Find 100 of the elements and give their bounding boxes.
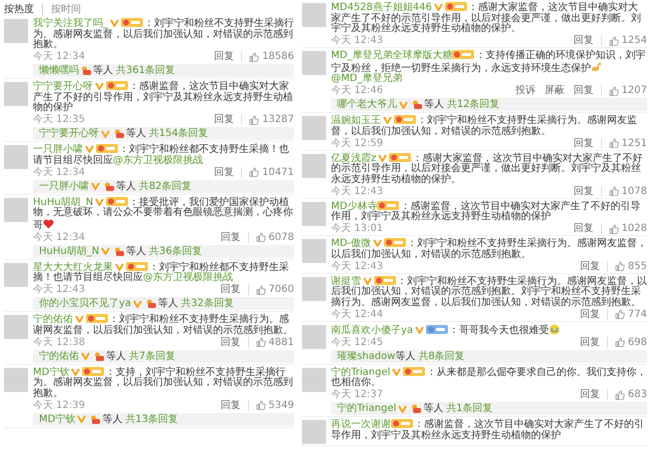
avatar-placeholder[interactable]	[4, 368, 28, 392]
user-name-link[interactable]: 一只胖小啸	[39, 180, 89, 192]
user-name-link[interactable]: MD-傲微	[331, 238, 371, 249]
action-link[interactable]: 回复	[580, 260, 600, 272]
user-name-link[interactable]: 宁的Triangel	[331, 366, 390, 378]
thumbs-up-icon[interactable]	[614, 337, 625, 348]
reply-count-link[interactable]: 共13条回复	[125, 414, 178, 424]
sort-tab[interactable]: 按时间	[42, 4, 89, 14]
action-link[interactable]: 回复	[580, 389, 600, 400]
thumbs-up-icon[interactable]	[249, 167, 260, 178]
thumbs-up-icon[interactable]	[614, 390, 625, 400]
user-name-link[interactable]: MD_摩登兄弟全球摩版大糖	[331, 50, 452, 61]
thumbs-up-icon[interactable]	[614, 261, 625, 272]
user-name-link[interactable]: HuHu胡胡_N	[33, 196, 94, 208]
flexed-arm-icon	[591, 62, 603, 72]
user-name-link[interactable]: MD宁钦	[39, 414, 76, 424]
avatar-placeholder[interactable]	[302, 239, 326, 263]
avatar-placeholder[interactable]	[4, 315, 28, 339]
user-name-link[interactable]: 你的小宝贝不见了ya	[39, 298, 132, 309]
mention-link[interactable]: @MD_摩登兄弟	[331, 73, 402, 84]
avatar-placeholder[interactable]	[4, 262, 28, 286]
user-name-link[interactable]: 璀璨shadow	[337, 350, 396, 362]
action-link[interactable]: 回复	[574, 223, 594, 234]
action-link[interactable]: 回复	[214, 51, 234, 62]
avatar-placeholder[interactable]	[302, 3, 326, 27]
heart-icon	[43, 218, 54, 228]
user-name-link[interactable]: 懒懒嘿吗	[39, 65, 79, 76]
user-name-link[interactable]: 宁宁要开心呀	[33, 81, 93, 92]
action-link[interactable]: 回复	[214, 114, 234, 126]
comment-text: 宁宁要开心呀 ：感谢监督，这次节目中确实对大家产生了不好的引导作用，刘宇宁及其粉丝永远支持野生动植物的保护	[33, 81, 294, 114]
user-name-link[interactable]: MD少林寺	[331, 200, 378, 212]
avatar-placeholder[interactable]	[302, 154, 326, 178]
reply-count-link[interactable]: 共1条回复	[446, 403, 493, 414]
user-name-link[interactable]: MD宁钦	[33, 366, 70, 378]
action-link[interactable]: 回复	[220, 232, 241, 243]
avatar-placeholder[interactable]	[302, 116, 326, 140]
avatar-placeholder[interactable]	[302, 420, 326, 444]
user-name-link[interactable]: 南瓜喜欢小傻子ya	[331, 324, 414, 336]
action-link[interactable]: 回复	[574, 186, 594, 197]
mention-link[interactable]: @东方卫视极限挑战	[113, 154, 203, 166]
action-link[interactable]: 回复	[214, 166, 234, 178]
user-name-link[interactable]: 再说一次谢谢	[331, 419, 391, 430]
thumbs-up-icon[interactable]	[249, 52, 260, 62]
user-name-link[interactable]: 星大大大红火龙果	[33, 262, 113, 272]
reply-count-link[interactable]: 共7条回复	[129, 350, 176, 362]
avatar-placeholder[interactable]	[302, 324, 326, 348]
user-name-link[interactable]: 哪个老大爷儿	[337, 99, 397, 110]
avatar-placeholder[interactable]	[4, 198, 28, 222]
thumbs-up-icon[interactable]	[608, 86, 619, 96]
avatar-placeholder[interactable]	[4, 19, 28, 43]
action-link[interactable]: 回复	[220, 400, 241, 411]
user-name-link[interactable]: 宁的佑佑	[39, 350, 79, 362]
user-name-link[interactable]: 谢挺雪	[331, 276, 361, 286]
sort-tab[interactable]: 按热度	[4, 4, 42, 14]
reply-count-link[interactable]: 共154条回复	[149, 128, 208, 139]
thumbs-up-icon[interactable]	[608, 36, 619, 46]
thumbs-up-icon[interactable]	[249, 114, 260, 125]
action-link[interactable]: 回复	[220, 336, 241, 348]
thumbs-up-icon[interactable]	[256, 400, 266, 410]
action-link[interactable]: 屏蔽	[544, 85, 565, 96]
avatar-placeholder[interactable]	[302, 368, 326, 392]
action-link[interactable]: 回复	[574, 85, 594, 96]
thumbs-up-icon[interactable]	[608, 186, 619, 196]
user-name-link[interactable]: 我宁关注我了吗_	[33, 18, 108, 29]
thumbs-up-icon[interactable]	[256, 284, 266, 295]
avatar-placeholder[interactable]	[302, 202, 326, 226]
reply-count-link[interactable]: 共36条回复	[149, 246, 202, 256]
action-link[interactable]: 投诉	[516, 85, 536, 96]
thumbs-up-icon[interactable]	[608, 224, 619, 234]
thumbs-up-icon[interactable]	[256, 232, 266, 242]
user-name-link[interactable]: MD4528燕子姐姐446	[331, 2, 432, 13]
reply-others-label: 等人	[116, 180, 136, 192]
action-link[interactable]: 回复	[220, 284, 241, 296]
action-link[interactable]: 回复	[580, 308, 600, 320]
user-name-link[interactable]: 宁的佑佑	[33, 314, 73, 325]
comment-text: MD_摩登兄弟全球摩版大糖 ：支持传播正确的环境保护知识，刘宇宁及粉丝，拒绝一切野生采摘行为，永远支持环境生态保护 @MD_摩登兄弟	[331, 50, 646, 84]
thumbs-up-icon[interactable]	[614, 309, 625, 320]
user-name-link[interactable]: 宁的Triangel	[337, 403, 396, 414]
reply-count-link[interactable]: 共32条回复	[181, 298, 234, 309]
thumbs-up-icon[interactable]	[608, 138, 619, 148]
avatar-placeholder[interactable]	[4, 82, 28, 106]
avatar-placeholder[interactable]	[302, 51, 326, 75]
user-name-link[interactable]: 宁宁要开心呀	[39, 128, 99, 139]
action-link[interactable]: 回复	[580, 336, 600, 348]
comment-text: MD宁钦 ：支持，刘宇宁和粉丝不支持野生采摘行为。感谢网友监督，以后我们加强认知，对错误的示范感到抱歉。	[33, 366, 294, 399]
user-name-link[interactable]: 一只胖小啸	[33, 144, 83, 155]
avatar-placeholder[interactable]	[302, 276, 326, 300]
user-name-link[interactable]: 亿夏浅霞z	[331, 152, 376, 164]
comment-text: 我宁关注我了吗_ ：刘宇宁和粉丝不支持野生采摘行为。感谢网友监督，以后我们加强认知，对错误的示范感到抱歉。	[33, 18, 294, 50]
reply-count-link[interactable]: 共82条回复	[139, 180, 192, 192]
reply-count-link[interactable]: 共361条回复	[116, 65, 176, 76]
user-name-link[interactable]: 温婉如玉王	[331, 115, 381, 126]
reply-count-link[interactable]: 共12条回复	[447, 99, 500, 110]
action-link[interactable]: 回复	[574, 138, 594, 149]
reply-count-link[interactable]: 共8条回复	[418, 350, 465, 362]
mention-link[interactable]: @东方卫视极限挑战	[143, 272, 233, 283]
thumbs-up-icon[interactable]	[256, 337, 266, 348]
user-name-link[interactable]: HuHu胡胡_N	[39, 246, 100, 256]
avatar-placeholder[interactable]	[4, 145, 28, 169]
action-link[interactable]: 回复	[574, 35, 594, 46]
